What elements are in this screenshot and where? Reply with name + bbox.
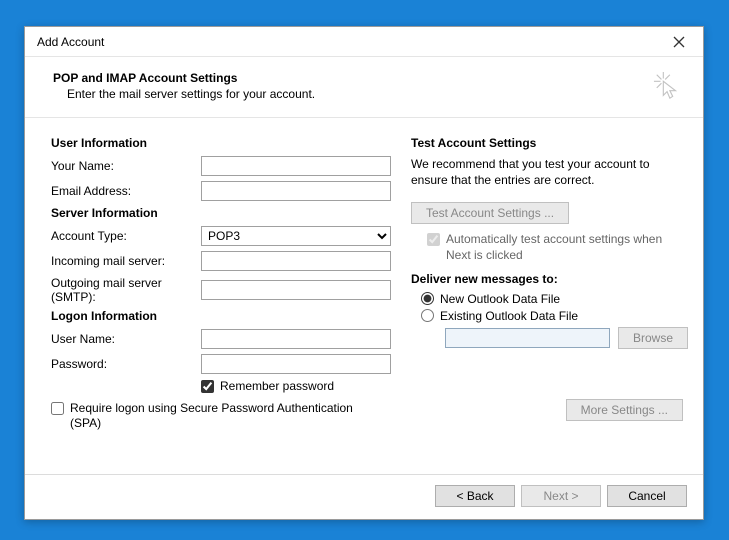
auto-test-checkbox[interactable]	[427, 233, 440, 246]
test-description: We recommend that you test your account …	[411, 156, 683, 188]
dialog-footer: < Back Next > Cancel	[25, 474, 703, 519]
account-type-select[interactable]: POP3	[201, 226, 391, 246]
close-button[interactable]	[665, 30, 693, 54]
remember-password-label: Remember password	[220, 379, 334, 395]
header-subtitle: Enter the mail server settings for your …	[53, 87, 645, 101]
new-data-file-label: New Outlook Data File	[440, 292, 560, 306]
remember-password-checkbox[interactable]	[201, 380, 214, 393]
auto-test-label: Automatically test account settings when…	[446, 232, 683, 263]
section-logon-info: Logon Information	[51, 309, 391, 323]
spa-checkbox[interactable]	[51, 402, 64, 415]
cancel-button[interactable]: Cancel	[607, 485, 687, 507]
your-name-input[interactable]	[201, 156, 391, 176]
spa-label: Require logon using Secure Password Auth…	[70, 401, 360, 432]
incoming-input[interactable]	[201, 251, 391, 271]
existing-data-file-label: Existing Outlook Data File	[440, 309, 578, 323]
incoming-label: Incoming mail server:	[51, 254, 201, 268]
right-column: Test Account Settings We recommend that …	[411, 132, 683, 468]
section-deliver: Deliver new messages to:	[411, 272, 683, 286]
header-heading: POP and IMAP Account Settings	[53, 71, 645, 85]
section-test: Test Account Settings	[411, 136, 683, 150]
password-label: Password:	[51, 357, 201, 371]
section-server-info: Server Information	[51, 206, 391, 220]
section-user-info: User Information	[51, 136, 391, 150]
titlebar: Add Account	[25, 27, 703, 57]
outgoing-input[interactable]	[201, 280, 391, 300]
email-input[interactable]	[201, 181, 391, 201]
account-type-label: Account Type:	[51, 229, 201, 243]
outgoing-label: Outgoing mail server (SMTP):	[51, 276, 201, 304]
add-account-dialog: Add Account POP and IMAP Account Setting…	[24, 26, 704, 520]
browse-button[interactable]: Browse	[618, 327, 688, 349]
cursor-star-icon	[653, 71, 683, 101]
existing-data-file-radio[interactable]	[421, 309, 434, 322]
username-label: User Name:	[51, 332, 201, 346]
next-button[interactable]: Next >	[521, 485, 601, 507]
password-input[interactable]	[201, 354, 391, 374]
new-data-file-radio[interactable]	[421, 292, 434, 305]
username-input[interactable]	[201, 329, 391, 349]
back-button[interactable]: < Back	[435, 485, 515, 507]
window-title: Add Account	[37, 35, 665, 49]
dialog-header: POP and IMAP Account Settings Enter the …	[25, 57, 703, 118]
left-column: User Information Your Name: Email Addres…	[51, 132, 391, 468]
your-name-label: Your Name:	[51, 159, 201, 173]
more-settings-button[interactable]: More Settings ...	[566, 399, 683, 421]
existing-file-path-input[interactable]	[445, 328, 610, 348]
close-icon	[673, 36, 685, 48]
email-label: Email Address:	[51, 184, 201, 198]
test-account-button[interactable]: Test Account Settings ...	[411, 202, 569, 224]
